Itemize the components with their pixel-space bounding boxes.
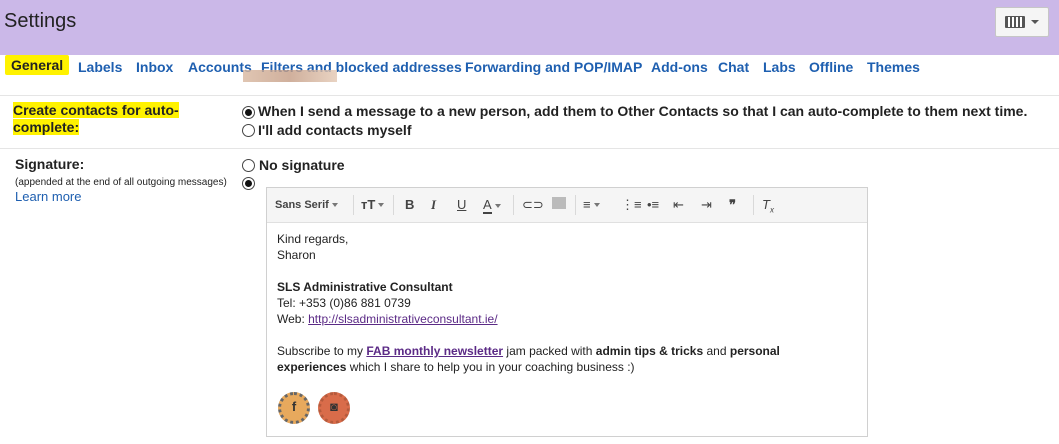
- settings-tabs: General Labels Inbox Accounts Filters an…: [0, 55, 1059, 83]
- page-title: Settings: [4, 10, 77, 32]
- contacts-manual-radio[interactable]: [242, 124, 255, 137]
- editor-toolbar: Sans Serif тT B I U A ⊂⊃ ≡ ⋮≡ •≡ ⇤ ⇥ ❞ T…: [267, 188, 867, 223]
- toolbar-separator: [353, 195, 354, 215]
- learn-more-link[interactable]: Learn more: [15, 189, 81, 204]
- sig-web: Web: http://slsadministrativeconsultant.…: [277, 312, 498, 326]
- font-family-label: Sans Serif: [275, 199, 329, 211]
- numbered-list-icon: ⋮≡: [621, 197, 642, 212]
- tabs-band: [0, 47, 1059, 55]
- image-button[interactable]: [552, 197, 566, 209]
- bulleted-list-button[interactable]: •≡: [647, 197, 659, 212]
- custom-signature-radio[interactable]: [242, 177, 255, 190]
- bold-icon: B: [405, 197, 415, 212]
- font-family-select[interactable]: Sans Serif: [275, 199, 338, 211]
- tab-addons[interactable]: Add-ons: [651, 59, 708, 75]
- sig-web-prefix: Web:: [277, 312, 309, 326]
- image-icon: [552, 197, 566, 209]
- tab-labels[interactable]: Labels: [78, 59, 122, 75]
- sig-sub-bold2: personal: [729, 344, 780, 358]
- text-color-button[interactable]: A: [483, 197, 501, 214]
- sig-tel: Tel: +353 (0)86 881 0739: [277, 296, 411, 310]
- divider: [0, 148, 1059, 149]
- tab-chat[interactable]: Chat: [718, 59, 749, 75]
- divider: [0, 95, 1059, 96]
- sig-company: SLS Administrative Consultant: [277, 280, 453, 294]
- instagram-icon[interactable]: ◙: [318, 392, 350, 424]
- tab-themes[interactable]: Themes: [867, 59, 920, 75]
- create-contacts-label-line1: Create contacts for auto-: [13, 102, 179, 118]
- sig-sub-text2: jam packed with: [503, 344, 596, 358]
- align-icon: ≡: [583, 197, 591, 212]
- indent-less-icon: ⇤: [673, 197, 684, 212]
- sig-exp-rest: which I share to help you in your coachi…: [346, 360, 635, 374]
- instagram-glyph: ◙: [330, 399, 338, 414]
- text-size-icon: тT: [361, 197, 376, 212]
- toolbar-separator: [513, 195, 514, 215]
- clear-formatting-icon: Tx: [762, 197, 774, 215]
- sig-line-name: Sharon: [277, 248, 316, 262]
- profile-picture-partial: [243, 70, 337, 82]
- sig-sub-bold1: admin tips & tricks: [595, 344, 704, 358]
- chevron-down-icon: [331, 203, 338, 207]
- clear-formatting-button[interactable]: Tx: [762, 197, 774, 215]
- text-color-icon: A: [483, 197, 492, 214]
- quote-icon: ❞: [729, 197, 736, 212]
- sig-line-regards: Kind regards,: [277, 232, 349, 246]
- underline-button[interactable]: U: [457, 197, 466, 212]
- indent-less-button[interactable]: ⇤: [673, 197, 684, 213]
- header-bar: Settings: [0, 0, 1059, 47]
- contacts-auto-radio[interactable]: [242, 106, 255, 119]
- input-tools-button[interactable]: [995, 7, 1049, 37]
- link-button[interactable]: ⊂⊃: [522, 197, 544, 213]
- tab-labs[interactable]: Labs: [763, 59, 796, 75]
- no-signature-radio[interactable]: [242, 159, 255, 172]
- underline-icon: U: [457, 197, 467, 212]
- tab-inbox[interactable]: Inbox: [136, 59, 173, 75]
- newsletter-link[interactable]: FAB monthly newsletter: [366, 344, 503, 358]
- contacts-auto-option: When I send a message to a new person, a…: [258, 103, 1028, 119]
- indent-more-icon: ⇥: [701, 197, 712, 212]
- italic-button[interactable]: I: [431, 197, 436, 213]
- chevron-down-icon: [378, 202, 385, 207]
- create-contacts-label-line2: complete:: [13, 119, 80, 135]
- sig-exp-bold: experiences: [277, 360, 347, 374]
- facebook-icon[interactable]: f: [278, 392, 310, 424]
- sig-sub-text3: and: [703, 344, 730, 358]
- signature-note: (appended at the end of all outgoing mes…: [15, 177, 227, 188]
- signature-editor[interactable]: Sans Serif тT B I U A ⊂⊃ ≡ ⋮≡ •≡ ⇤ ⇥ ❞ T…: [266, 187, 868, 437]
- bulleted-list-icon: •≡: [647, 197, 660, 212]
- no-signature-option: No signature: [259, 157, 345, 173]
- sig-web-link[interactable]: http://slsadministrativeconsultant.ie/: [308, 312, 497, 326]
- align-button[interactable]: ≡: [583, 197, 600, 212]
- toolbar-separator: [575, 195, 576, 215]
- link-icon: ⊂⊃: [522, 197, 544, 212]
- toolbar-separator: [393, 195, 394, 215]
- keyboard-icon: [1005, 16, 1025, 28]
- chevron-down-icon: [1031, 20, 1039, 24]
- create-contacts-label: Create contacts for auto- complete:: [13, 102, 179, 136]
- quote-button[interactable]: ❞: [729, 197, 736, 213]
- sig-subscribe-line: Subscribe to my FAB monthly newsletter j…: [277, 344, 780, 358]
- contacts-manual-option: I'll add contacts myself: [258, 122, 412, 138]
- signature-label: Signature:: [15, 156, 85, 172]
- chevron-down-icon: [593, 202, 600, 207]
- font-size-button[interactable]: тT: [361, 197, 385, 212]
- facebook-glyph: f: [291, 399, 297, 414]
- tab-forwarding[interactable]: Forwarding and POP/IMAP: [465, 59, 642, 75]
- indent-more-button[interactable]: ⇥: [701, 197, 712, 213]
- tab-general[interactable]: General: [5, 55, 70, 75]
- tab-offline[interactable]: Offline: [809, 59, 853, 75]
- italic-icon: I: [431, 197, 437, 212]
- toolbar-separator: [753, 195, 754, 215]
- numbered-list-button[interactable]: ⋮≡: [621, 197, 642, 213]
- chevron-down-icon: [494, 203, 501, 208]
- sig-sub-text1: Subscribe to my: [277, 344, 367, 358]
- sig-experiences-line: experiences which I share to help you in…: [277, 360, 635, 374]
- bold-button[interactable]: B: [405, 197, 414, 212]
